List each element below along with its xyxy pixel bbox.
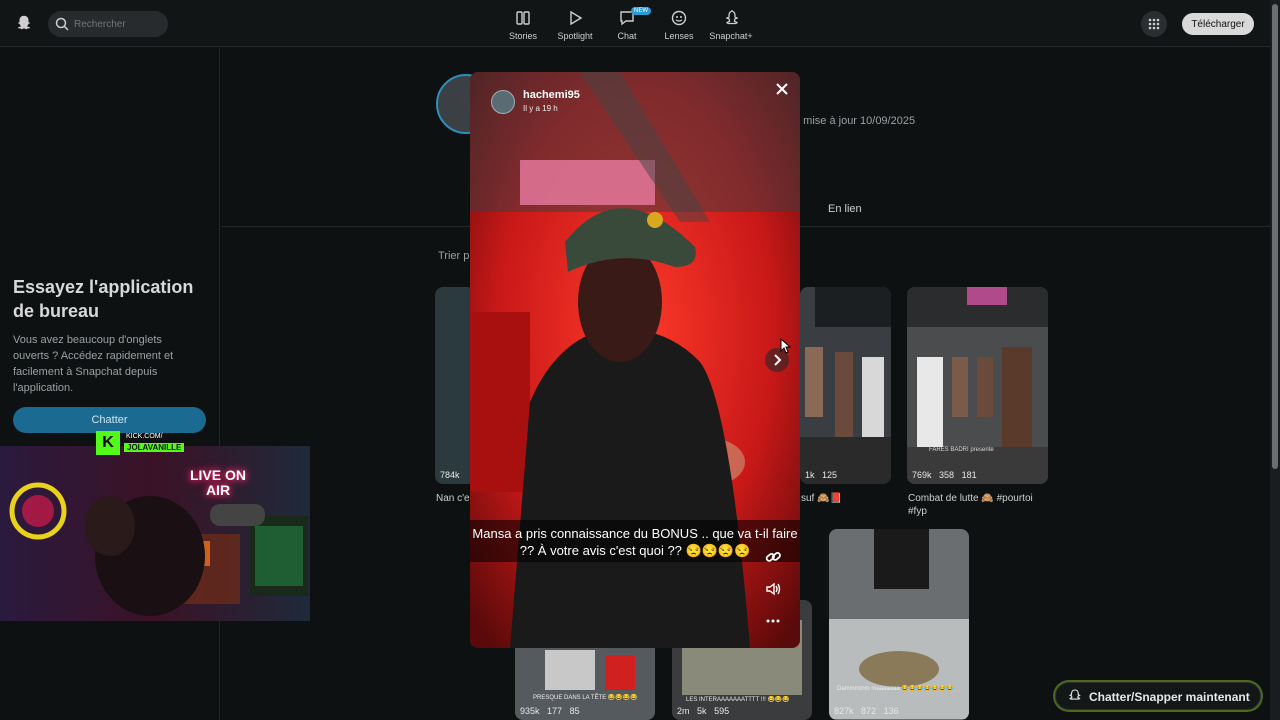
card-stats: 784k [440,470,465,480]
views-count: 827k [834,706,854,716]
views-count: 769k [912,470,932,480]
chat-snap-now-button[interactable]: Chatter/Snapper maintenant [1055,682,1261,710]
comments-count: 136 [883,706,899,716]
chat-button[interactable]: Chatter [13,407,206,433]
kick-url-line1: KICK.COM/ [124,433,165,440]
tab-en-lien[interactable]: En lien [828,203,862,215]
stat-count: 1k [805,470,815,480]
story-username[interactable]: hachemi95 [523,89,580,101]
sort-label[interactable]: Trier p [438,250,469,262]
comments-count: 85 [569,706,580,716]
search-input[interactable] [74,15,162,33]
apps-grid-button[interactable] [1141,11,1167,37]
streamer-webcam-overlay: LIVE ON AIR [0,446,310,621]
views-count: 784k [440,470,460,480]
card-thumbnail [800,287,891,484]
download-button[interactable]: Télécharger [1182,13,1254,35]
nav-lenses[interactable]: Lenses [649,9,709,41]
poster-overlay-text: FARES BADRI presente [929,447,994,453]
nav-stories-label: Stories [508,31,537,41]
spotlight-card[interactable]: FARES BADRI presente 769k 358 181 [907,287,1048,484]
spotlight-card[interactable]: Dammmmm maaaaaaa 😂😂😂😂😂😂😂 827k 872 136 [829,529,969,720]
card-caption: Nan c'es [436,493,475,504]
snapchat-plus-icon [725,10,739,25]
shares-count: 872 [861,706,877,716]
card-stats: 769k 358 181 [912,470,982,480]
card-thumbnail [907,287,1048,484]
story-user-avatar[interactable] [491,90,515,114]
card-overlay-text: LES INTERAAAAAAATTTT !!! 😂😂😂 [686,697,790,703]
spotlight-card[interactable]: 784k [435,287,475,484]
search-bar[interactable] [48,11,168,37]
nav-lenses-label: Lenses [664,31,694,41]
stories-icon [516,11,530,25]
kick-url-line2: JOLAVANILLE [124,443,185,452]
card-stats: 1k 125 [805,470,842,480]
views-count: 935k [520,706,540,716]
snapchat-ghost-logo-icon[interactable] [15,14,33,32]
scrollbar-thumb[interactable] [1272,4,1278,469]
apps-grid-icon [1148,18,1160,30]
views-count: 2m [677,706,690,716]
story-caption: Mansa a pris connaissance du BONUS .. qu… [470,520,800,562]
nav-stories[interactable]: Stories [493,9,553,41]
card-stats: 2m 5k 595 [677,706,734,716]
shares-count: 5k [697,706,707,716]
webcam-scene [0,446,310,621]
nav-chat[interactable]: NEW Chat [597,7,657,41]
card-overlay-text: Dammmmm maaaaaaa 😂😂😂😂😂😂😂 [837,686,954,692]
card-caption: Combat de lutte 🙈 #pourtoi #fyp [908,493,1033,517]
story-timestamp: Il y a 19 h [523,104,558,113]
mouse-cursor-icon [780,338,792,354]
nav-chat-label: Chat [617,31,637,41]
more-options-icon[interactable] [764,612,782,630]
lenses-icon [671,10,687,26]
comments-count: 181 [961,470,977,480]
last-update-text: e mise à jour 10/09/2025 [794,115,916,127]
spotlight-card[interactable]: 1k 125 [800,287,891,484]
volume-icon[interactable] [764,580,782,598]
card-stats: 935k 177 85 [520,706,585,716]
nav-spotlight[interactable]: Spotlight [545,9,605,41]
kick-channel-badge: K KICK.COM/ JOLAVANILLE [96,431,207,455]
nav-snapchat-plus[interactable]: Snapchat+ [701,9,761,41]
card-overlay-text: PRESQUE DANS LA TÊTE 😂😂😂😂 [533,695,638,701]
desktop-app-promo-text: Vous avez beaucoup d'onglets ouverts ? A… [13,334,174,394]
new-badge: NEW [631,7,651,15]
top-navigation-bar: Stories Spotlight NEW Chat Lenses Snapch… [0,0,1280,47]
card-stats: 827k 872 136 [834,706,904,716]
chat-snap-now-label: Chatter/Snapper maintenant [1089,690,1250,704]
card-caption: suf 🙈📕 [801,493,843,504]
link-icon[interactable] [764,548,782,566]
nav-spotlight-label: Spotlight [557,31,593,41]
page-scrollbar[interactable] [1270,0,1280,720]
snapchat-ghost-icon [1068,689,1081,700]
shares-count: 358 [939,470,955,480]
comments-count: 125 [822,470,838,480]
nav-snapchat-plus-label: Snapchat+ [709,31,753,41]
spotlight-play-icon [570,10,583,26]
close-icon[interactable] [773,80,791,98]
shares-count: 177 [547,706,563,716]
live-on-air-neon-sign: LIVE ON AIR [189,467,246,498]
kick-logo-icon: K [96,431,120,455]
comments-count: 595 [714,706,730,716]
desktop-app-promo-title: Essayez l'application de bureau [13,277,194,321]
search-icon [55,17,69,31]
